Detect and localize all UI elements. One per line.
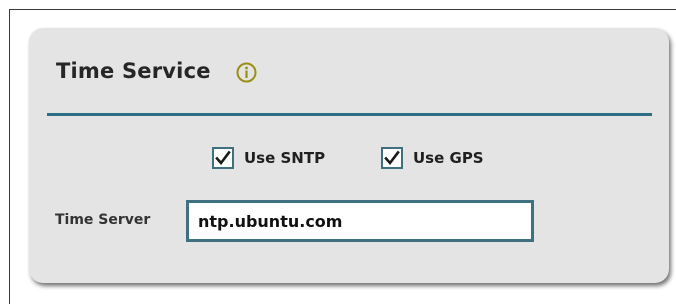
use-gps-checkbox[interactable] (381, 147, 403, 169)
checkmark-icon (215, 150, 231, 166)
use-sntp-label: Use SNTP (244, 149, 326, 167)
use-gps-label: Use GPS (413, 149, 484, 167)
use-sntp-option[interactable]: Use SNTP (212, 147, 325, 169)
info-icon[interactable] (236, 62, 257, 83)
use-sntp-checkbox[interactable] (212, 147, 234, 169)
use-gps-option[interactable]: Use GPS (381, 147, 484, 169)
time-server-label: Time Server (55, 212, 151, 228)
time-server-input[interactable] (186, 200, 534, 242)
title-divider (47, 113, 652, 116)
checkmark-icon (384, 150, 400, 166)
panel-title: Time Service (56, 59, 211, 83)
time-service-panel: Time Service Use SNTP Use GPS Time Serve… (29, 28, 669, 283)
